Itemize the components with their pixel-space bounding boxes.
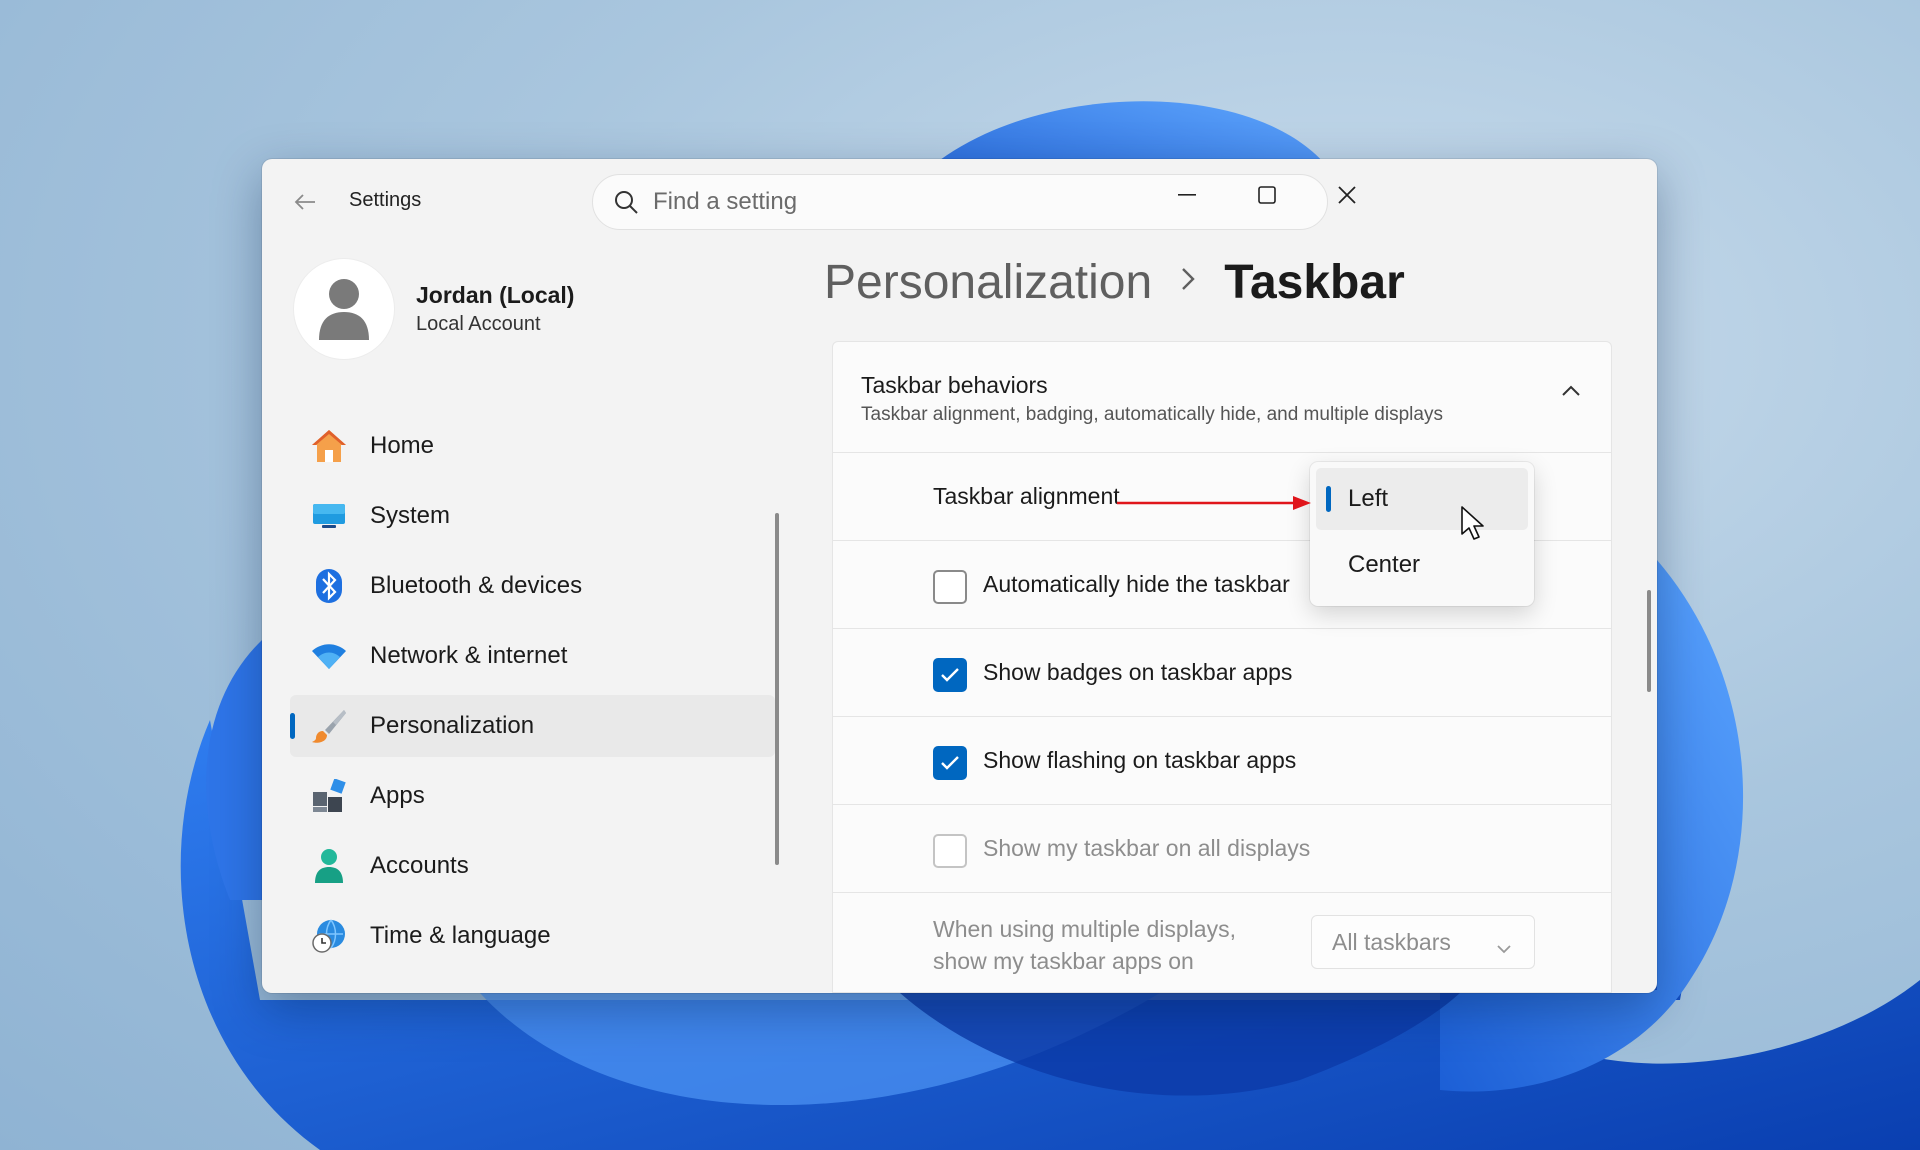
sidebar-item-system[interactable]: System [290, 485, 775, 547]
minimize-icon [1178, 194, 1196, 196]
minimize-button[interactable] [1159, 175, 1215, 215]
close-button[interactable] [1319, 175, 1375, 215]
sidebar-item-bluetooth[interactable]: Bluetooth & devices [290, 555, 775, 617]
profile-name: Jordan (Local) [416, 282, 575, 308]
badges-row: Show badges on taskbar apps [832, 629, 1612, 717]
checkmark-icon [941, 756, 959, 770]
maximize-icon [1258, 186, 1276, 204]
section-subtitle: Taskbar alignment, badging, automaticall… [861, 404, 1443, 425]
person-icon [310, 847, 348, 885]
flashing-checkbox[interactable] [933, 746, 967, 780]
all-displays-checkbox[interactable] [933, 834, 967, 868]
alignment-dropdown-menu: Left Center [1310, 462, 1534, 606]
search-icon [615, 191, 638, 214]
monitor-icon [310, 497, 348, 535]
sidebar-item-label: Home [370, 432, 435, 459]
sidebar-item-label: Time & language [370, 922, 551, 949]
sidebar-scrollbar[interactable] [775, 513, 779, 865]
bluetooth-icon [310, 567, 348, 605]
multi-display-label: When using multiple displays, show my ta… [933, 916, 1236, 974]
maximize-button[interactable] [1239, 175, 1295, 215]
breadcrumb-parent[interactable]: Personalization [824, 255, 1152, 310]
sidebar-item-apps[interactable]: Apps [290, 765, 775, 827]
sidebar-item-accounts[interactable]: Accounts [290, 835, 775, 897]
all-displays-row: Show my taskbar on all displays [832, 805, 1612, 893]
chevron-up-icon[interactable] [1561, 384, 1581, 402]
sidebar-item-label: Accounts [370, 852, 469, 879]
avatar [294, 259, 394, 359]
sidebar-item-label: Personalization [370, 712, 535, 739]
nav-list: Home System Bluetooth & devices Network … [290, 415, 775, 975]
settings-content: Taskbar behaviors Taskbar alignment, bad… [832, 341, 1612, 993]
window-title: Settings [349, 189, 422, 211]
annotation-arrow [1117, 496, 1311, 510]
multi-display-value: All taskbars [1332, 928, 1451, 955]
profile-text: Jordan (Local) Local Account [416, 282, 574, 336]
auto-hide-label[interactable]: Automatically hide the taskbar [983, 571, 1290, 598]
sidebar-item-home[interactable]: Home [290, 415, 775, 477]
arrow-left-icon [294, 194, 315, 210]
auto-hide-checkbox[interactable] [933, 570, 967, 604]
flashing-label[interactable]: Show flashing on taskbar apps [983, 747, 1296, 774]
globe-clock-icon [310, 917, 348, 955]
search-input[interactable]: Find a setting [653, 188, 797, 216]
home-icon [310, 427, 348, 465]
dropdown-option-center[interactable]: Center [1316, 534, 1528, 596]
flashing-row: Show flashing on taskbar apps [832, 717, 1612, 805]
chevron-right-icon [1180, 266, 1196, 300]
title-bar: Settings Find a setting [262, 159, 1657, 243]
user-profile[interactable]: Jordan (Local) Local Account [294, 259, 574, 359]
sidebar-item-network[interactable]: Network & internet [290, 625, 775, 687]
badges-label[interactable]: Show badges on taskbar apps [983, 659, 1292, 686]
content-scrollbar[interactable] [1647, 590, 1651, 692]
sidebar-item-label: System [370, 502, 451, 529]
taskbar-alignment-label: Taskbar alignment [933, 483, 1120, 509]
section-title: Taskbar behaviors [861, 372, 1048, 398]
page-title: Taskbar [1224, 256, 1405, 309]
mouse-cursor-icon [1461, 506, 1484, 540]
sidebar-item-label: Apps [370, 782, 425, 809]
taskbar-behaviors-header[interactable]: Taskbar behaviors Taskbar alignment, bad… [832, 341, 1612, 453]
sidebar-item-label: Network & internet [370, 642, 568, 669]
badges-checkbox[interactable] [933, 658, 967, 692]
profile-account-type: Local Account [416, 313, 541, 335]
search-box[interactable]: Find a setting [592, 174, 1328, 230]
close-icon [1338, 186, 1356, 204]
sidebar: Jordan (Local) Local Account Home System [262, 243, 782, 993]
dropdown-option-left[interactable]: Left [1316, 468, 1528, 530]
paintbrush-icon [310, 707, 348, 745]
wifi-icon [310, 637, 348, 675]
back-button[interactable] [286, 183, 324, 221]
person-icon [319, 279, 369, 340]
checkmark-icon [941, 668, 959, 682]
sidebar-item-label: Bluetooth & devices [370, 572, 583, 599]
sidebar-item-personalization[interactable]: Personalization [290, 695, 775, 757]
multi-display-row: When using multiple displays, show my ta… [832, 893, 1612, 993]
breadcrumb: Personalization Taskbar [824, 255, 1405, 310]
chevron-down-icon [1496, 933, 1512, 960]
multi-display-select[interactable]: All taskbars [1311, 915, 1535, 969]
apps-icon [310, 777, 348, 815]
all-displays-label: Show my taskbar on all displays [983, 835, 1311, 861]
sidebar-item-time-language[interactable]: Time & language [290, 905, 775, 967]
